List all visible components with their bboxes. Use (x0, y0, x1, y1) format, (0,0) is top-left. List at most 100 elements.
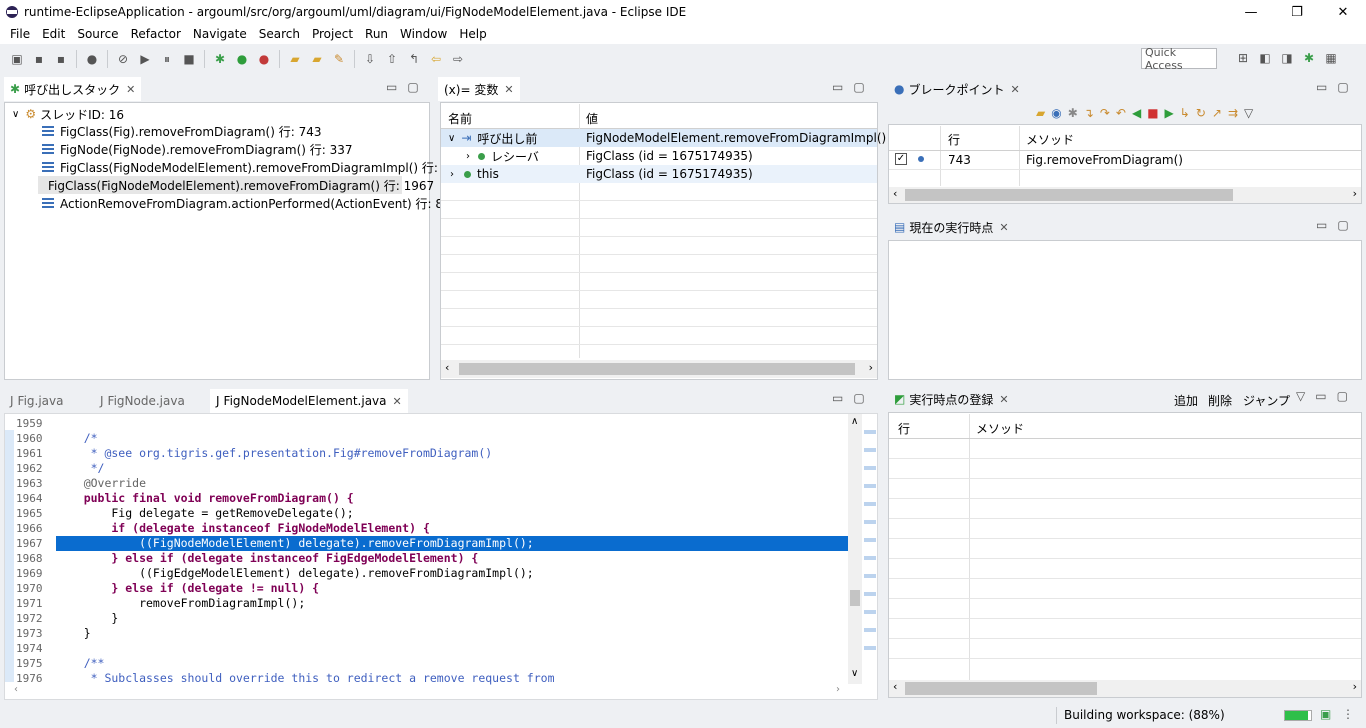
prev-annotation-icon[interactable]: ⇧ (384, 51, 400, 67)
delete-button[interactable]: 削除 (1208, 392, 1232, 409)
vertical-scrollbar[interactable]: ∧ ∨ (848, 414, 862, 684)
column-header-value[interactable]: 値 (586, 110, 598, 127)
tab-debug[interactable]: ✱ 呼び出しスタック ✕ (4, 77, 142, 101)
close-button[interactable]: ✕ (1320, 0, 1366, 24)
scroll-left-icon[interactable]: ‹ (893, 187, 897, 200)
next-icon[interactable]: ▶ (1165, 106, 1174, 120)
close-icon[interactable]: ✕ (999, 393, 1008, 406)
profile-icon[interactable]: ● (84, 51, 100, 67)
jump-button[interactable]: ジャンプ (1243, 392, 1290, 409)
panel-controls[interactable]: ▭▢ (832, 80, 875, 94)
search-icon[interactable]: ✎ (331, 51, 347, 67)
menu-help[interactable]: Help (453, 27, 492, 41)
tab-breakpoints[interactable]: ● ブレークポイント ✕ (888, 77, 1026, 101)
java-ee-perspective-icon[interactable]: ◨ (1279, 50, 1295, 66)
last-edit-icon[interactable]: ↰ (406, 51, 422, 67)
close-icon[interactable]: ✕ (126, 83, 135, 96)
menu-icon[interactable]: ⋮ (1342, 707, 1354, 721)
stack-frame[interactable]: FigNode(FigNode).removeFromDiagram() 行: … (42, 140, 353, 158)
redo-icon[interactable]: ↻ (1196, 106, 1206, 120)
stack-frame[interactable]: FigClass(Fig).removeFromDiagram() 行: 743 (42, 122, 321, 140)
tab-fignodemodelelement-java[interactable]: J FigNodeModelElement.java ✕ (210, 389, 408, 413)
panel-controls[interactable]: ▭▢ (1316, 218, 1359, 232)
add-watchpoint-icon[interactable]: ◉ (1051, 106, 1061, 120)
add-button[interactable]: 追加 (1174, 392, 1198, 409)
code-line[interactable]: * Subclasses should override this to red… (56, 671, 555, 686)
open-folder-icon[interactable]: ▰ (309, 51, 325, 67)
progress-bar[interactable] (1284, 710, 1312, 721)
code-line[interactable]: } (56, 626, 91, 641)
back-icon[interactable]: ⇦ (428, 51, 444, 67)
code-line[interactable]: */ (56, 461, 105, 476)
stop-icon[interactable]: ■ (1147, 106, 1158, 120)
breakpoint-checkbox[interactable]: ✓ (895, 153, 907, 165)
terminate-icon[interactable]: ■ (181, 51, 197, 67)
open-perspective-icon[interactable]: ⊞ (1235, 50, 1251, 66)
overview-ruler[interactable] (864, 416, 876, 656)
menu-edit[interactable]: Edit (36, 27, 71, 41)
horizontal-scrollbar[interactable]: ‹ › (889, 680, 1361, 697)
expand-icon[interactable]: ⇉ (1228, 106, 1238, 120)
scroll-right-icon[interactable]: › (836, 684, 840, 695)
code-line[interactable]: Fig delegate = getRemoveDelegate(); (56, 506, 353, 521)
code-line[interactable]: } (56, 611, 118, 626)
stack-frame[interactable]: FigClass(FigNodeModelElement).removeFrom… (42, 158, 472, 176)
chevron-right-icon[interactable]: › (450, 169, 454, 180)
drop-frame-icon[interactable]: ↳ (1180, 106, 1190, 120)
code-line-current[interactable]: ((FigNodeModelElement) delegate).removeF… (56, 536, 534, 551)
scroll-left-icon[interactable]: ‹ (893, 680, 897, 693)
view-menu-icon[interactable]: ▽ (1244, 106, 1253, 120)
progress-view-icon[interactable]: ▣ (1320, 707, 1331, 721)
menu-search[interactable]: Search (253, 27, 306, 41)
tab-current-point[interactable]: ▤ 現在の実行時点 ✕ (888, 215, 1015, 239)
scroll-thumb[interactable] (905, 682, 1097, 695)
variable-row[interactable]: › レシーバ (466, 147, 539, 165)
menu-project[interactable]: Project (306, 27, 359, 41)
step-into-icon[interactable]: ↴ (1084, 106, 1094, 120)
maximize-button[interactable]: ❐ (1274, 0, 1320, 24)
tab-fignode-java[interactable]: J FigNode.java (94, 389, 191, 413)
code-line[interactable]: } else if (delegate != null) { (56, 581, 319, 596)
tab-registry[interactable]: ◩ 実行時点の登録 ✕ (888, 387, 1015, 411)
column-header-method[interactable]: メソッド (976, 420, 1024, 437)
scroll-left-icon[interactable]: ‹ (445, 361, 449, 374)
debug-icon[interactable]: ✱ (212, 51, 228, 67)
previous-icon[interactable]: ◀ (1132, 106, 1141, 120)
thread-row[interactable]: ∨ ⚙ スレッドID: 16 (12, 105, 124, 123)
save-all-icon[interactable]: ▪ (53, 51, 69, 67)
code-line[interactable]: /* (56, 431, 98, 446)
new-icon[interactable]: ▣ (9, 51, 25, 67)
horizontal-scrollbar[interactable]: ‹ › (889, 187, 1361, 203)
stack-frame[interactable]: ActionRemoveFromDiagram.actionPerformed(… (42, 194, 451, 212)
column-header-line[interactable]: 行 (898, 420, 910, 437)
scroll-thumb[interactable] (459, 363, 855, 375)
code-line[interactable]: @Override (56, 476, 146, 491)
column-header-method[interactable]: メソッド (1026, 131, 1074, 148)
panel-controls[interactable]: ▭▢ (1316, 80, 1359, 94)
debug-perspective-icon[interactable]: ✱ (1301, 50, 1317, 66)
external-tools-icon[interactable]: ● (256, 51, 272, 67)
scroll-right-icon[interactable]: › (1353, 187, 1357, 200)
code-line[interactable]: removeFromDiagramImpl(); (56, 596, 305, 611)
code-line[interactable]: } else if (delegate instanceof FigEdgeMo… (56, 551, 478, 566)
java-perspective-icon[interactable]: ◧ (1257, 50, 1273, 66)
tab-variables[interactable]: (x)= 変数 ✕ (438, 77, 520, 101)
close-icon[interactable]: ✕ (999, 221, 1008, 234)
step-over-icon[interactable]: ↷ (1100, 106, 1110, 120)
code-line[interactable]: if (delegate instanceof FigNodeModelElem… (56, 521, 430, 536)
close-icon[interactable]: ✕ (504, 83, 513, 96)
chevron-down-icon[interactable]: ∨ (448, 133, 455, 144)
open-type-icon[interactable]: ▰ (287, 51, 303, 67)
code-line[interactable]: * @see org.tigris.gef.presentation.Fig#r… (56, 446, 493, 461)
panel-controls[interactable]: ▭▢ (832, 391, 875, 405)
menu-run[interactable]: Run (359, 27, 394, 41)
debug-icon[interactable]: ✱ (1068, 106, 1078, 120)
chevron-right-icon[interactable]: › (466, 151, 470, 162)
layout-perspective-icon[interactable]: ▦ (1323, 50, 1339, 66)
panel-controls[interactable]: ▽▭▢ (1296, 389, 1358, 403)
run-icon[interactable]: ● (234, 51, 250, 67)
variable-row[interactable]: › this (450, 165, 499, 183)
editor-hscroll[interactable]: ‹ › (14, 684, 844, 698)
scroll-thumb[interactable] (905, 189, 1233, 201)
code-line[interactable]: ((FigEdgeModelElement) delegate).removeF… (56, 566, 534, 581)
